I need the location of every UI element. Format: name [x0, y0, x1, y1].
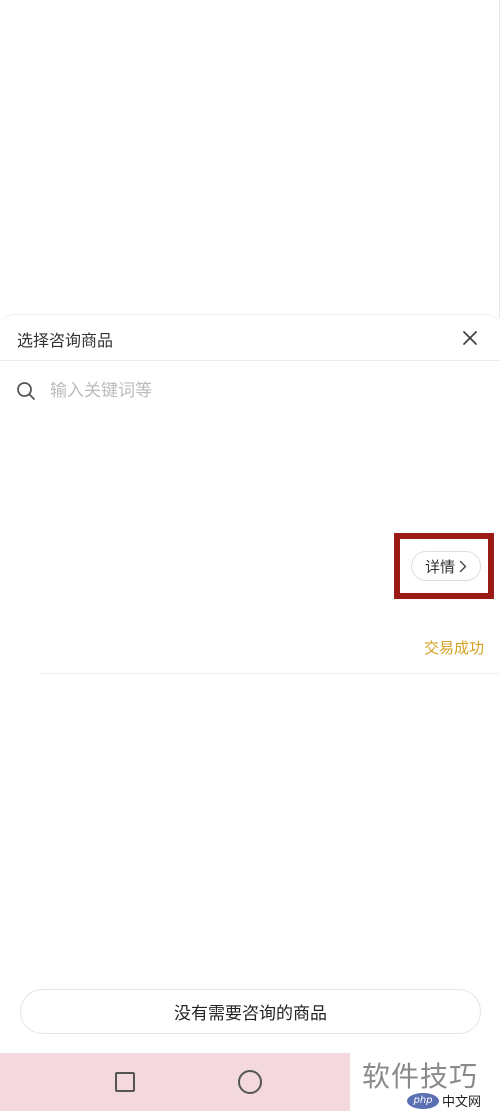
watermark-site: 中文网	[442, 1095, 482, 1110]
home-button[interactable]	[238, 1070, 262, 1094]
close-button[interactable]	[456, 324, 484, 352]
search-input[interactable]	[50, 381, 470, 401]
close-icon	[463, 331, 477, 345]
watermark: 软件技巧 php 中文网	[350, 1053, 500, 1111]
php-logo: php	[407, 1092, 439, 1109]
watermark-logo: php 中文网	[407, 1091, 481, 1110]
sheet-header: 选择咨询商品	[0, 315, 500, 361]
search-bar	[16, 373, 484, 409]
no-item-label: 没有需要咨询的商品	[174, 1004, 327, 1024]
detail-label: 详情	[424, 557, 455, 576]
search-icon	[16, 380, 38, 402]
no-item-button[interactable]: 没有需要咨询的商品	[20, 989, 481, 1034]
detail-button[interactable]: 详情	[411, 551, 481, 581]
divider	[40, 673, 500, 674]
order-status: 交易成功	[423, 639, 484, 657]
watermark-text: 软件技巧	[362, 1060, 479, 1093]
background-page	[0, 0, 500, 318]
chevron-right-icon	[459, 560, 467, 573]
select-product-sheet: 选择咨询商品 详情 交易成功 没有需要咨询的商品	[0, 314, 500, 1054]
sheet-title: 选择咨询商品	[17, 331, 114, 350]
navigation-bar	[0, 1053, 350, 1111]
recent-apps-button[interactable]	[115, 1072, 135, 1092]
